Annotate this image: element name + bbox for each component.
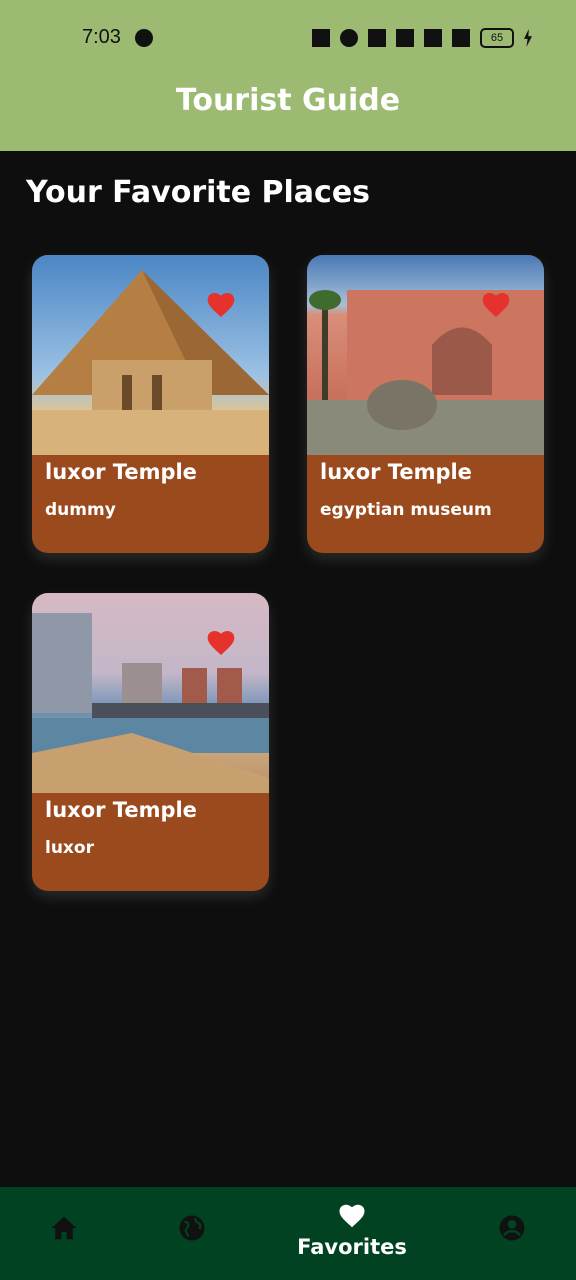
wifi-icon bbox=[396, 29, 414, 47]
place-title: luxor Temple bbox=[320, 460, 472, 484]
bottom-navigation: Favorites bbox=[0, 1187, 576, 1280]
nav-explore[interactable] bbox=[132, 1187, 252, 1280]
status-time: 7:03 bbox=[82, 26, 121, 48]
home-icon bbox=[51, 1216, 77, 1240]
place-image bbox=[307, 255, 544, 455]
charging-icon bbox=[524, 29, 532, 47]
place-subtitle: dummy bbox=[45, 500, 116, 520]
nav-favorites[interactable]: Favorites bbox=[292, 1187, 412, 1280]
favorite-card[interactable]: luxor Temple egyptian museum bbox=[307, 255, 544, 553]
status-icons: 65 bbox=[312, 28, 532, 48]
place-title: luxor Temple bbox=[45, 798, 197, 822]
section-title: Your Favorite Places bbox=[26, 175, 371, 210]
nav-profile[interactable] bbox=[452, 1187, 572, 1280]
favorite-card[interactable]: luxor Temple dummy bbox=[32, 255, 269, 553]
globe-icon bbox=[179, 1215, 205, 1241]
battery-icon: 65 bbox=[480, 28, 514, 48]
bluetooth-icon bbox=[368, 29, 386, 47]
card-icon bbox=[312, 29, 330, 47]
signal-icon bbox=[452, 29, 470, 47]
place-subtitle: luxor bbox=[45, 838, 94, 858]
account-icon bbox=[499, 1215, 525, 1241]
notification-icon bbox=[135, 29, 153, 47]
nav-favorites-label: Favorites bbox=[297, 1235, 407, 1259]
favorite-card[interactable]: luxor Temple luxor bbox=[32, 593, 269, 891]
place-image bbox=[32, 255, 269, 455]
place-subtitle: egyptian museum bbox=[320, 500, 492, 520]
heart-icon[interactable] bbox=[205, 289, 237, 321]
nav-home[interactable] bbox=[4, 1187, 124, 1280]
status-bar: 7:03 65 bbox=[0, 0, 576, 78]
heart-icon bbox=[339, 1204, 365, 1228]
app-title: Tourist Guide bbox=[175, 83, 401, 118]
place-image bbox=[32, 593, 269, 793]
place-title: luxor Temple bbox=[45, 460, 197, 484]
alarm-icon bbox=[340, 29, 358, 47]
heart-icon[interactable] bbox=[480, 289, 512, 321]
volte-icon bbox=[424, 29, 442, 47]
heart-icon[interactable] bbox=[205, 627, 237, 659]
app-bar: Tourist Guide bbox=[0, 78, 576, 151]
